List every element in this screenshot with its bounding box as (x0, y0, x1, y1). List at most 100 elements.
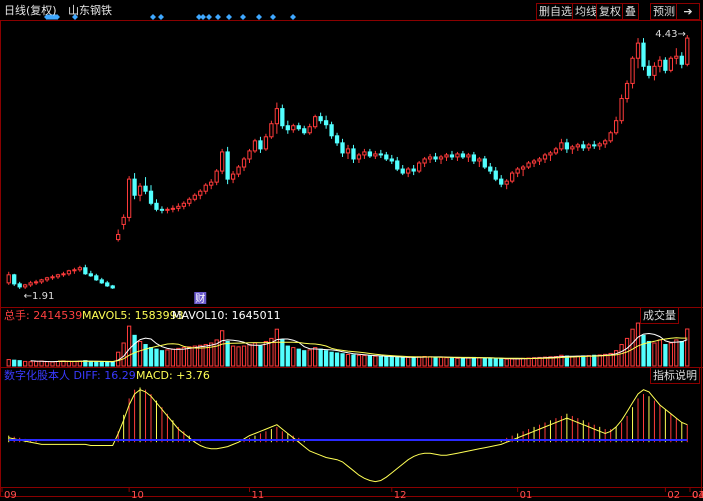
candle-body (373, 153, 378, 157)
volume-bar (641, 334, 646, 367)
event-diamond-icon (256, 14, 262, 20)
volume-panel[interactable] (6, 322, 690, 367)
volume-bar (225, 340, 230, 367)
volume-bar (241, 345, 247, 367)
volume-type-button[interactable]: 成交量 (640, 307, 679, 324)
candle-body (444, 154, 449, 158)
indicator-help-button[interactable]: 指标说明 (650, 367, 700, 384)
candle-body (12, 274, 17, 285)
volume-bar (663, 344, 668, 367)
volume-bar (570, 355, 575, 367)
event-diamond-icon (270, 14, 276, 20)
volume-bar (477, 357, 482, 367)
volume-bar (416, 356, 422, 367)
volume-bar (373, 355, 378, 367)
candle-body (154, 202, 159, 210)
price-panel[interactable]: 4.43→←1.91财榜 (6, 14, 703, 305)
volume-bar (187, 346, 192, 367)
volume-bar (285, 345, 290, 367)
stock-chart: 4.43→←1.91财榜 0910111201020304 日线(复权) 山东钢… (0, 3, 703, 501)
volume-bar (455, 357, 460, 367)
volume-bar (389, 356, 394, 367)
candle-body (94, 275, 99, 281)
candle-body (126, 178, 132, 218)
candle-body (116, 234, 121, 241)
candle-body (340, 142, 345, 154)
candle-body (214, 170, 219, 183)
candle-body (220, 151, 225, 172)
candle-body (225, 151, 230, 180)
volume-bar (33, 360, 39, 367)
candle-body (548, 152, 553, 156)
candle-body (531, 160, 537, 164)
volume-bar (679, 340, 684, 367)
candle-body (652, 65, 657, 76)
macd-panel[interactable] (8, 387, 688, 483)
candle-body (613, 120, 619, 134)
volume-bar (126, 325, 132, 367)
candle-body (198, 190, 203, 196)
candle-body (641, 42, 646, 67)
candle-body (33, 281, 39, 284)
volume-bar (50, 361, 55, 367)
exit-arrow-icon[interactable]: ➔ (676, 3, 700, 20)
event-diamond-icon (290, 14, 296, 20)
candle-body (105, 282, 110, 287)
diff-line (8, 389, 688, 483)
volume-bar (12, 359, 17, 367)
volume-bar (356, 354, 362, 367)
candle-body (247, 150, 252, 160)
volume-bar (318, 348, 323, 367)
volume-bar (488, 357, 493, 367)
candle-body (165, 208, 170, 211)
volume-bar (99, 361, 104, 367)
chart-title: 日线(复权) (4, 3, 57, 17)
candle-body (657, 59, 663, 67)
event-diamond-icon (150, 14, 156, 20)
x-tick-label: 10 (131, 490, 144, 501)
candle-body (318, 116, 323, 122)
candle-body (280, 108, 285, 127)
volume-bar (137, 340, 143, 367)
candle-body (395, 160, 400, 170)
candle-body (334, 135, 340, 144)
candle-body (679, 55, 684, 65)
candle-body (515, 168, 520, 174)
candle-body (345, 148, 351, 154)
forecast-button[interactable]: 预测 (650, 3, 678, 20)
x-tick-label: 11 (252, 490, 265, 501)
adjust-button[interactable]: 复权 (596, 3, 624, 20)
volume-bar (422, 355, 427, 367)
volume-bar (230, 345, 236, 367)
volume-bar (515, 358, 520, 367)
candle-body (252, 140, 258, 152)
candle-body (291, 125, 296, 131)
volume-bar (44, 361, 50, 367)
candle-body (477, 158, 482, 162)
candle-body (674, 55, 679, 59)
volume-bar (258, 345, 263, 367)
candle-body (176, 205, 181, 209)
candle-body (285, 125, 290, 131)
candle-body (422, 158, 427, 164)
candle-body (258, 140, 263, 150)
event-diamond-icon (240, 14, 246, 20)
volume-bar (499, 358, 504, 367)
volume-bar (395, 356, 400, 367)
volume-bar (154, 348, 159, 367)
overlay-button[interactable]: 叠 (622, 3, 639, 20)
volume-bar (323, 350, 329, 367)
candle-body (39, 279, 44, 283)
candle-body (236, 166, 241, 175)
remove-favorite-button[interactable]: 删自选 (536, 3, 575, 20)
volume-bar (460, 357, 466, 367)
candle-body (313, 116, 318, 128)
event-diamond-icon (158, 14, 164, 20)
candle-body (121, 216, 126, 225)
candle-body (137, 185, 143, 196)
volume-bar (165, 349, 170, 367)
candle-body (542, 154, 548, 160)
volume-bar (674, 339, 679, 367)
volume-bar (351, 354, 356, 367)
volume-bar (72, 361, 77, 367)
